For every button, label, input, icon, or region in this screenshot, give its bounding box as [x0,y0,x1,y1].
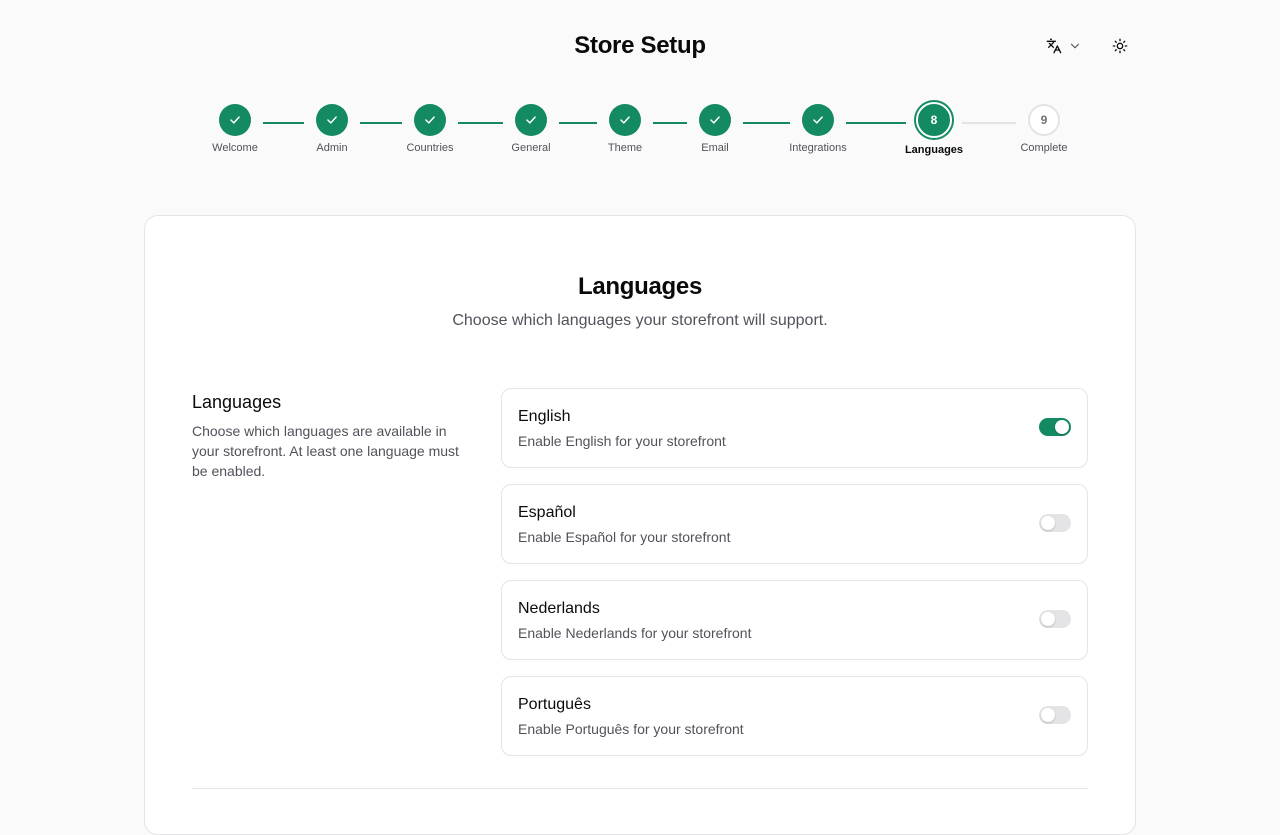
step-check-circle [219,104,251,136]
step-complete: 9 Complete [994,104,1094,154]
page-title: Languages [578,273,702,300]
step-welcome: Welcome [185,104,285,154]
step-label: Welcome [212,142,258,154]
check-icon [425,116,435,124]
nederlands-toggle[interactable] [1039,610,1071,628]
language-name: Español [518,504,576,521]
language-name: English [518,408,571,425]
language-description: Enable English for your storefront [518,433,726,449]
espanol-toggle[interactable] [1039,514,1071,532]
language-description: Enable Português for your storefront [518,721,744,737]
english-toggle[interactable] [1039,418,1071,436]
step-check-circle [414,104,446,136]
section-description: Choose which languages are available in … [192,423,459,479]
step-theme: Theme [575,104,675,154]
language-row-espanol: Español Enable Español for your storefro… [501,484,1088,564]
step-label: General [511,142,551,154]
step-label: Countries [406,142,454,154]
step-label: Integrations [789,142,847,154]
step-label: Languages [904,144,964,156]
toggle-thumb [1041,708,1055,722]
step-number-circle: 9 [1028,104,1060,136]
step-label: Email [701,142,729,154]
step-check-circle [316,104,348,136]
step-check-circle [699,104,731,136]
check-icon [327,116,337,124]
toggle-thumb [1055,420,1069,434]
step-number: 8 [930,113,938,127]
step-languages: 8 Languages [884,102,984,156]
step-check-circle [802,104,834,136]
setup-stepper: Welcome Admin Countries General Theme Email In… [0,0,1280,180]
check-icon [813,116,823,124]
step-number-circle: 8 [916,102,952,138]
step-admin: Admin [282,104,382,154]
portugues-toggle[interactable] [1039,706,1071,724]
check-icon [620,116,630,124]
step-email: Email [665,104,765,154]
check-icon [526,116,536,124]
language-description: Enable Español for your storefront [518,529,731,545]
language-name: Português [518,696,591,713]
language-name: Nederlands [518,600,600,617]
toggle-thumb [1041,516,1055,530]
languages-card: Languages Choose which languages your st… [144,215,1136,835]
language-row-nederlands: Nederlands Enable Nederlands for your st… [501,580,1088,660]
step-integrations: Integrations [768,104,868,154]
toggle-thumb [1041,612,1055,626]
language-row-english: English Enable English for your storefro… [501,388,1088,468]
step-label: Theme [607,142,643,154]
section-title: Languages [192,392,282,412]
footer-divider [192,788,1088,789]
step-label: Complete [1020,142,1068,154]
step-countries: Countries [380,104,480,154]
step-check-circle [515,104,547,136]
step-check-circle [609,104,641,136]
language-row-portugues: Português Enable Português for your stor… [501,676,1088,756]
step-general: General [481,104,581,154]
page-subtitle: Choose which languages your storefront w… [452,312,828,329]
language-description: Enable Nederlands for your storefront [518,625,752,641]
check-icon [230,116,240,124]
step-number: 9 [1040,113,1048,127]
check-icon [710,116,720,124]
step-label: Admin [316,142,348,154]
